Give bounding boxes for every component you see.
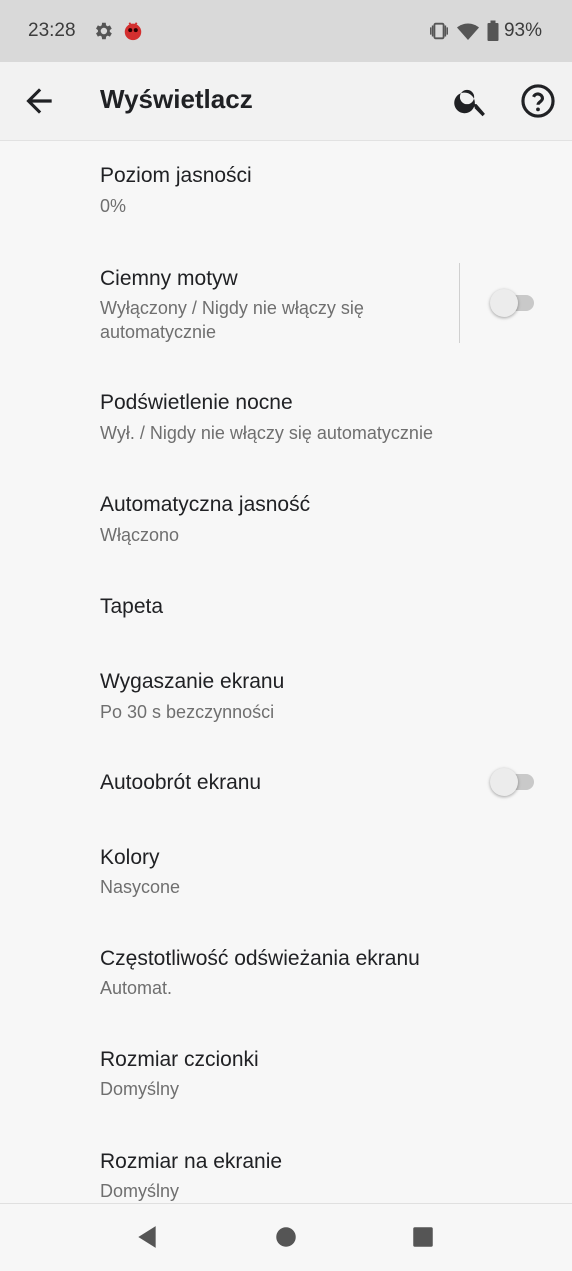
- setting-auto-rotate[interactable]: Autoobrót ekranu: [0, 747, 572, 823]
- setting-title: Ciemny motyw: [100, 267, 238, 290]
- help-icon[interactable]: [519, 82, 557, 120]
- setting-brightness-level[interactable]: Poziom jasności 0%: [0, 141, 572, 242]
- setting-title: Rozmiar czcionki: [100, 1048, 259, 1071]
- setting-title: Automatyczna jasność: [100, 493, 311, 516]
- setting-summary: Włączono: [100, 525, 180, 545]
- setting-night-light[interactable]: Podświetlenie nocne Wył. / Nigdy nie włą…: [0, 367, 572, 469]
- gear-icon: [96, 22, 112, 40]
- status-bar: 23:28 93%: [0, 0, 572, 62]
- setting-title: Autoobrót ekranu: [100, 771, 262, 794]
- navigation-bar: [0, 1203, 572, 1271]
- arrow-back-icon[interactable]: [20, 82, 58, 120]
- setting-refresh-rate[interactable]: Częstotliwość odświeżania ekranu Automat…: [0, 925, 572, 1026]
- setting-screen-timeout[interactable]: Wygaszanie ekranu Po 30 s bezczynności: [0, 646, 572, 747]
- setting-display-size[interactable]: Rozmiar na ekranie Domyślny: [0, 1128, 572, 1203]
- divider: [459, 263, 460, 343]
- setting-title: Podświetlenie nocne: [100, 391, 293, 414]
- setting-summary: Wył. / Nigdy nie włączy się automatyczni…: [100, 423, 433, 443]
- setting-summary: Nasycone: [100, 877, 181, 897]
- setting-adaptive-brightness[interactable]: Automatyczna jasność Włączono: [0, 469, 572, 571]
- app-bar: Wyświetlacz: [0, 62, 572, 141]
- setting-wallpaper[interactable]: Tapeta: [0, 571, 572, 646]
- recents-square-icon[interactable]: [410, 1224, 436, 1250]
- setting-title: Częstotliwość odświeżania ekranu: [100, 947, 420, 970]
- setting-summary: Po 30 s bezczynności: [100, 702, 275, 722]
- setting-font-size[interactable]: Rozmiar czcionki Domyślny: [0, 1026, 572, 1128]
- battery-percent: 93%: [503, 20, 542, 41]
- setting-dark-theme[interactable]: Ciemny motyw Wyłączony / Nigdy nie włącz…: [0, 242, 572, 367]
- toggle-thumb: [490, 289, 518, 317]
- setting-title: Tapeta: [100, 595, 164, 618]
- setting-title: Poziom jasności: [100, 164, 252, 187]
- toggle-thumb: [490, 768, 518, 796]
- wifi-icon: [457, 23, 479, 40]
- app-badge-icon: [124, 22, 142, 41]
- setting-title: Wygaszanie ekranu: [100, 670, 285, 693]
- home-circle-icon[interactable]: [273, 1224, 299, 1250]
- setting-title: Rozmiar na ekranie: [100, 1150, 283, 1173]
- dark-theme-toggle[interactable]: [490, 289, 536, 317]
- setting-summary: Automat.: [100, 978, 173, 998]
- vibrate-icon: [430, 22, 448, 40]
- battery-icon: [487, 20, 499, 41]
- settings-list: Poziom jasności 0% Ciemny motyw Wyłączon…: [0, 141, 572, 1203]
- setting-summary: Wyłączony / Nigdy nie włączy się automat…: [100, 298, 364, 342]
- setting-title: Kolory: [100, 846, 160, 869]
- status-time: 23:28: [28, 20, 76, 41]
- setting-summary: Domyślny: [100, 1181, 180, 1201]
- setting-summary: Domyślny: [100, 1079, 180, 1099]
- setting-colors[interactable]: Kolory Nasycone: [0, 823, 572, 925]
- back-triangle-icon[interactable]: [134, 1224, 160, 1250]
- auto-rotate-toggle[interactable]: [490, 768, 536, 796]
- search-icon[interactable]: [452, 82, 490, 120]
- setting-summary: 0%: [100, 196, 127, 216]
- page-title: Wyświetlacz: [100, 84, 253, 114]
